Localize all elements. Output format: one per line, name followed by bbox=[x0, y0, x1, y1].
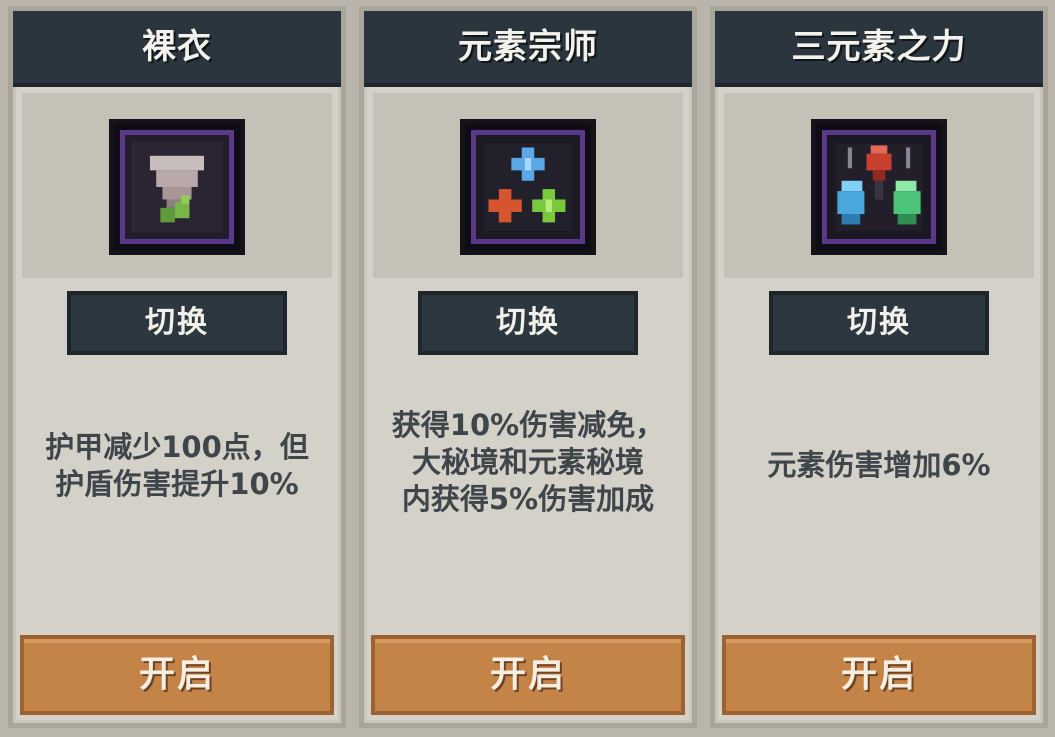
talent-description: 元素伤害增加6% bbox=[719, 447, 1039, 484]
talent-selection-screen: 裸衣 切换 护甲减少100点，但 护盾伤害提升10% 开启 元素宗师 切换 获得… bbox=[0, 0, 1055, 737]
talent-description: 护甲减少100点，但 护盾伤害提升10% bbox=[17, 429, 337, 503]
card-title: 元素宗师 bbox=[364, 11, 692, 87]
description-line: 护甲减少100点，但 bbox=[45, 430, 309, 464]
switch-button[interactable]: 切换 bbox=[67, 291, 287, 355]
talent-card-element-master: 元素宗师 切换 获得10%伤害减免， 大秘境和元素秘境 内获得5%伤害加成 开启 bbox=[359, 6, 697, 728]
open-button[interactable]: 开启 bbox=[371, 635, 685, 715]
switch-button[interactable]: 切换 bbox=[769, 291, 989, 355]
switch-button[interactable]: 切换 bbox=[418, 291, 638, 355]
description-line: 获得10%伤害减免， bbox=[391, 408, 665, 442]
card-title: 三元素之力 bbox=[715, 11, 1043, 87]
talent-card-three-elements: 三元素之力 切换 元素伤害增加6% 开启 bbox=[710, 6, 1048, 728]
talent-description: 获得10%伤害减免， 大秘境和元素秘境 内获得5%伤害加成 bbox=[368, 407, 688, 518]
icon-area bbox=[724, 93, 1034, 278]
open-button[interactable]: 开启 bbox=[722, 635, 1036, 715]
card-title: 裸衣 bbox=[13, 11, 341, 87]
icon-area bbox=[373, 93, 683, 278]
talent-icon-frame bbox=[109, 119, 245, 255]
open-button[interactable]: 开启 bbox=[20, 635, 334, 715]
description-line: 护盾伤害提升10% bbox=[55, 467, 299, 501]
description-line: 元素伤害增加6% bbox=[767, 448, 991, 482]
icon-area bbox=[22, 93, 332, 278]
description-line: 内获得5%伤害加成 bbox=[401, 482, 655, 516]
element-master-icon bbox=[471, 130, 585, 244]
three-elements-icon bbox=[822, 130, 936, 244]
talent-icon-frame bbox=[460, 119, 596, 255]
talent-card-bare-clothes: 裸衣 切换 护甲减少100点，但 护盾伤害提升10% 开启 bbox=[8, 6, 346, 728]
description-line: 大秘境和元素秘境 bbox=[411, 445, 644, 479]
bare-clothes-icon bbox=[120, 130, 234, 244]
talent-icon-frame bbox=[811, 119, 947, 255]
